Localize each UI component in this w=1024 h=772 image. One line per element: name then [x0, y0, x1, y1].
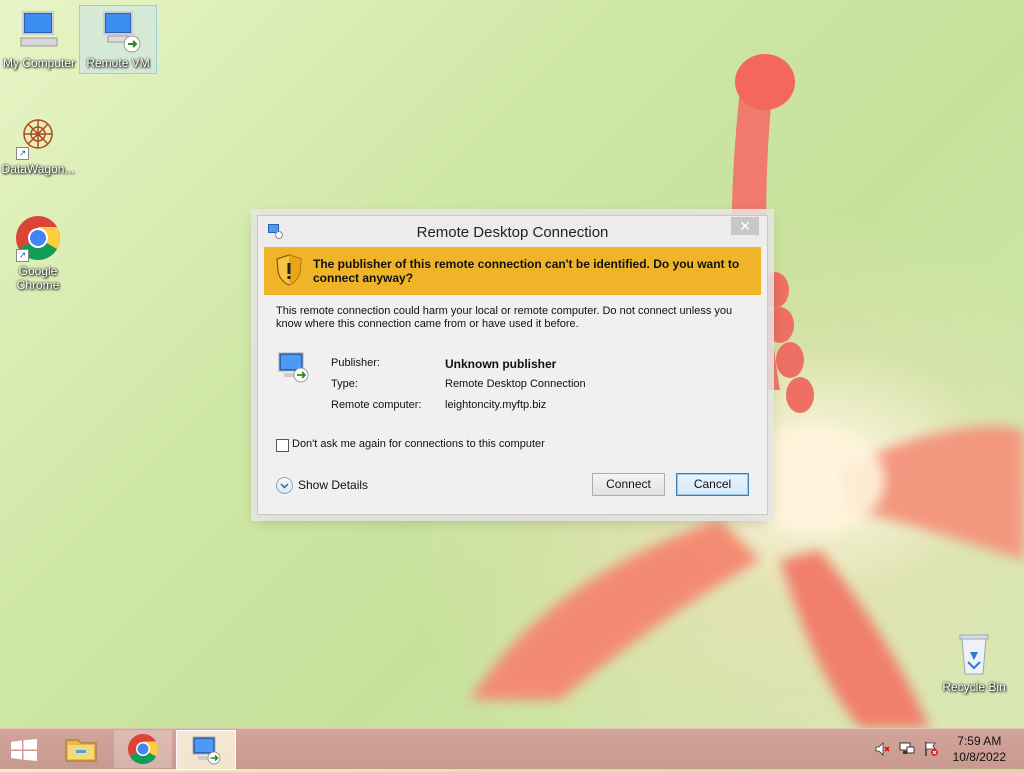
- taskbar: 7:59 AM 10/8/2022: [0, 728, 1024, 770]
- remote-computer-icon: [276, 350, 310, 384]
- system-clock[interactable]: 7:59 AM 10/8/2022: [953, 733, 1006, 765]
- desktop-icon-google-chrome[interactable]: ↗ Google Chrome: [0, 214, 76, 292]
- show-details-label[interactable]: Show Details: [298, 478, 368, 492]
- shortcut-arrow-icon: ↗: [16, 147, 29, 160]
- windows-start-icon[interactable]: [10, 739, 38, 761]
- desktop-icon-recycle-bin[interactable]: Recycle Bin: [936, 630, 1012, 694]
- desktop-icon-label: Remote VM: [86, 56, 150, 70]
- datawagon-icon: ↗: [14, 112, 62, 160]
- connect-button[interactable]: Connect: [592, 473, 665, 496]
- type-value: Remote Desktop Connection: [445, 378, 586, 390]
- remote-computer-label: Remote computer:: [331, 399, 422, 411]
- recycle-bin-icon: [950, 630, 998, 678]
- dialog-titlebar[interactable]: Remote Desktop Connection ✕: [258, 216, 767, 247]
- remote-desktop-icon: [177, 736, 235, 772]
- publisher-value: Unknown publisher: [445, 357, 557, 371]
- desktop-icon-label: My Computer: [2, 56, 76, 70]
- dialog-title: Remote Desktop Connection: [416, 224, 609, 241]
- taskbar-file-explorer[interactable]: [52, 730, 110, 768]
- computer-icon: [15, 6, 63, 54]
- remote-computer-row: Remote computer: leightoncity.myftp.biz: [331, 399, 546, 411]
- volume-muted-icon[interactable]: [874, 741, 890, 757]
- desktop-icon-label: Google Chrome: [16, 264, 60, 292]
- type-label: Type:: [331, 378, 358, 390]
- file-explorer-icon: [52, 739, 110, 771]
- desktop-icon-my-computer[interactable]: My Computer: [1, 6, 77, 70]
- dont-ask-again-checkbox[interactable]: [276, 439, 289, 452]
- warning-banner: The publisher of this remote connection …: [264, 247, 761, 296]
- description-text: This remote connection could harm your l…: [276, 305, 733, 330]
- close-icon: ✕: [739, 218, 751, 234]
- remote-desktop-icon: [94, 6, 142, 54]
- rdp-security-dialog: Remote Desktop Connection ✕ The publishe…: [257, 215, 768, 515]
- cancel-button[interactable]: Cancel: [676, 473, 749, 496]
- chrome-icon: ↗: [14, 214, 62, 262]
- dont-ask-again-label[interactable]: Don't ask me again for connections to th…: [292, 438, 545, 450]
- desktop-icon-label: Recycle Bin: [942, 680, 1006, 694]
- warning-message: The publisher of this remote connection …: [313, 257, 740, 285]
- taskbar-remote-desktop[interactable]: [176, 730, 236, 770]
- chrome-icon: [114, 734, 172, 771]
- action-center-icon[interactable]: [923, 741, 939, 757]
- publisher-label: Publisher:: [331, 357, 380, 369]
- dialog-body: This remote connection could harm your l…: [264, 295, 761, 508]
- remote-computer-value: leightoncity.myftp.biz: [445, 399, 547, 411]
- chevron-down-icon[interactable]: [276, 477, 293, 494]
- shortcut-arrow-icon: ↗: [16, 249, 29, 262]
- type-row: Type: Remote Desktop Connection: [331, 378, 586, 390]
- desktop-icon-label: DataWagon...: [1, 162, 75, 176]
- desktop-icon-datawagon[interactable]: ↗ DataWagon...: [0, 112, 76, 176]
- taskbar-chrome[interactable]: [114, 730, 172, 768]
- close-button[interactable]: ✕: [731, 217, 759, 235]
- clock-date: 10/8/2022: [952, 750, 1006, 764]
- clock-time: 7:59 AM: [957, 734, 1002, 748]
- network-icon[interactable]: [899, 741, 915, 757]
- desktop-icon-remote-vm[interactable]: Remote VM: [79, 5, 157, 74]
- publisher-row: Publisher: Unknown publisher: [331, 357, 556, 371]
- warning-shield-icon: [276, 254, 302, 286]
